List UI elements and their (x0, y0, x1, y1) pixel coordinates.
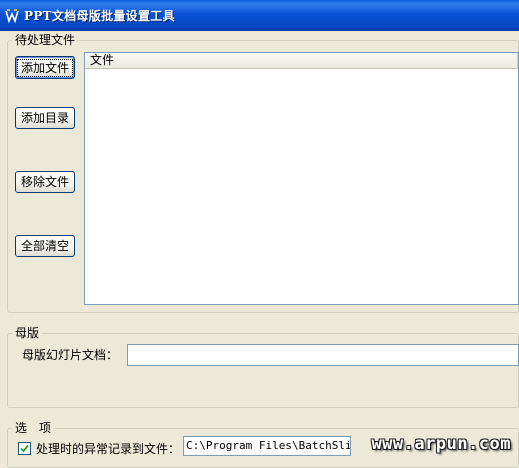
title-bar[interactable]: PPT文档母版批量设置工具 (0, 0, 519, 31)
window-title: PPT文档母版批量设置工具 (24, 9, 175, 23)
log-errors-label: 处理时的异常记录到文件： (36, 442, 181, 456)
log-path-input[interactable]: C:\Program Files\BatchSlide (183, 436, 351, 456)
master-doc-input[interactable] (127, 344, 519, 366)
file-list[interactable]: 文件 (84, 52, 519, 305)
log-errors-checkbox[interactable] (18, 442, 31, 455)
watermark: www.arpun.com (371, 434, 511, 454)
remove-file-button[interactable]: 移除文件 (15, 171, 75, 193)
file-list-header: 文件 (85, 53, 518, 69)
pending-files-label: 待处理文件 (12, 33, 79, 47)
checkmark-icon (20, 444, 29, 453)
column-header-file[interactable]: 文件 (85, 53, 518, 68)
clear-all-button[interactable]: 全部清空 (15, 235, 75, 257)
add-file-button[interactable]: 添加文件 (15, 56, 75, 79)
master-group-label: 母版 (12, 326, 43, 340)
master-doc-label: 母版幻灯片文档： (22, 348, 119, 362)
add-directory-button[interactable]: 添加目录 (15, 107, 75, 129)
options-group-label: 选 项 (12, 421, 55, 435)
app-icon (5, 9, 19, 24)
